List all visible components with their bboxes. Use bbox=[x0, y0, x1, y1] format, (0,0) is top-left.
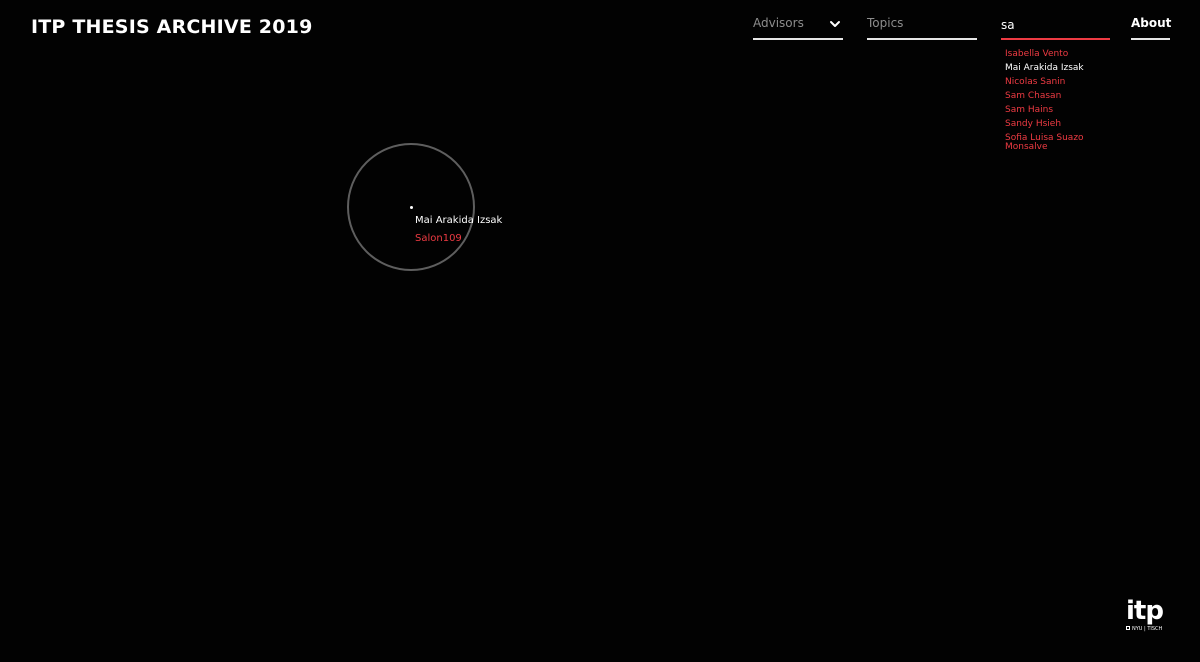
search-input[interactable] bbox=[1001, 14, 1106, 36]
itp-logo[interactable]: itp NYU | TISCH bbox=[1124, 598, 1172, 638]
logo-wordmark: itp bbox=[1126, 596, 1164, 626]
search-result-item[interactable]: Isabella Vento bbox=[1005, 50, 1105, 59]
search-result-item[interactable]: Sandy Hsieh bbox=[1005, 120, 1105, 129]
topics-field[interactable]: Topics bbox=[867, 14, 977, 40]
logo-subtitle: NYU | TISCH bbox=[1126, 626, 1162, 632]
topics-label: Topics bbox=[867, 16, 904, 30]
project-link[interactable]: Salon109 bbox=[415, 233, 462, 244]
square-icon bbox=[1126, 626, 1130, 630]
search-result-item[interactable]: Mai Arakida Izsak bbox=[1005, 64, 1105, 73]
search-result-item[interactable]: Sofia Luisa Suazo Monsalve bbox=[1005, 134, 1105, 152]
chevron-down-icon bbox=[830, 21, 840, 27]
page: ITP THESIS ARCHIVE 2019 Advisors Topics … bbox=[0, 0, 1200, 662]
search-result-item[interactable]: Sam Chasan bbox=[1005, 92, 1105, 101]
search-field[interactable] bbox=[1001, 14, 1110, 40]
search-result-item[interactable]: Nicolas Sanin bbox=[1005, 78, 1105, 87]
student-node-dot[interactable] bbox=[410, 206, 413, 209]
advisors-dropdown[interactable]: Advisors bbox=[753, 14, 843, 40]
about-link[interactable]: About bbox=[1131, 14, 1171, 40]
logo-subtitle-text: NYU | TISCH bbox=[1132, 626, 1163, 632]
student-name[interactable]: Mai Arakida Izsak bbox=[415, 215, 502, 226]
search-result-item[interactable]: Sam Hains bbox=[1005, 106, 1105, 115]
advisors-label: Advisors bbox=[753, 16, 804, 30]
site-title[interactable]: ITP THESIS ARCHIVE 2019 bbox=[31, 16, 313, 38]
search-results-list: Isabella Vento Mai Arakida Izsak Nicolas S… bbox=[1005, 50, 1105, 157]
